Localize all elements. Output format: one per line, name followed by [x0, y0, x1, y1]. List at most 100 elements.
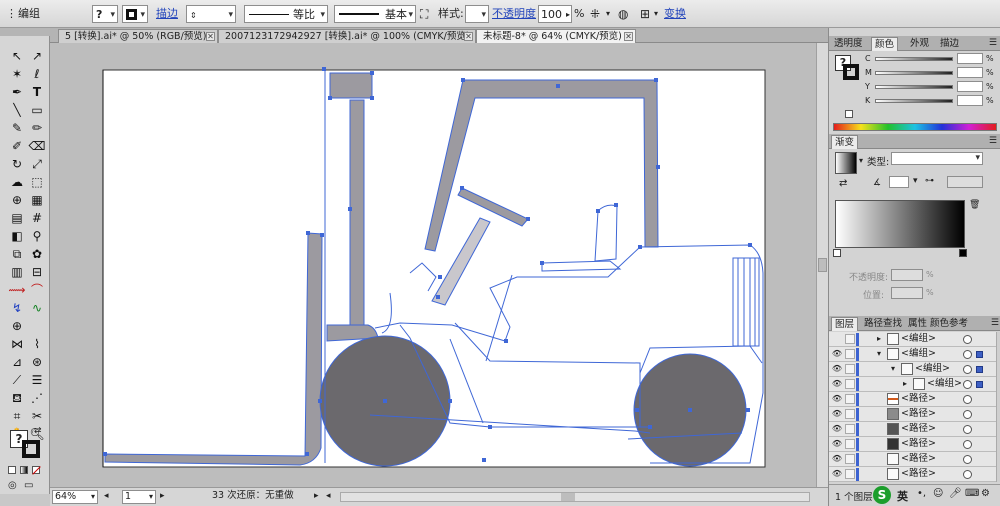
target-ring[interactable] [963, 455, 972, 464]
layer-row[interactable]: 👁︎ ▾ <编组> [829, 362, 996, 377]
blend-tool-icon[interactable]: ⧉ [8, 246, 26, 262]
target-ring[interactable] [963, 335, 972, 344]
paint-bucket-tool-icon[interactable]: ⛾ [8, 390, 26, 406]
target-ring[interactable] [963, 395, 972, 404]
tab-stroke[interactable]: 描边 [937, 37, 962, 51]
layer-row[interactable]: 👁︎ ▾ <编组> [829, 347, 996, 362]
vertical-scrollbar[interactable] [816, 43, 828, 487]
channel-y-input[interactable] [957, 81, 983, 92]
close-icon[interactable]: ✕ [464, 32, 473, 41]
selection-indicator[interactable] [976, 351, 983, 358]
type-tool-icon[interactable]: T [28, 84, 46, 100]
pencil-tool-icon[interactable]: ✏ [28, 120, 46, 136]
lock-toggle[interactable] [845, 409, 855, 419]
recolor-icon[interactable]: ⛶ [420, 5, 428, 23]
eyedropper-tool-icon[interactable]: ⚲ [28, 228, 46, 244]
chevron-right-icon[interactable]: ▸ [314, 490, 319, 504]
column-graph-tool-icon[interactable]: ▥ [8, 264, 26, 280]
channel-m-input[interactable] [957, 67, 983, 78]
layer-row[interactable]: 👁︎ <路径> [829, 437, 996, 452]
canvas-area[interactable] [50, 43, 816, 487]
opacity-input[interactable]: 100 ▸ [538, 5, 572, 23]
layer-row[interactable]: 👁︎ <路径> [829, 467, 996, 482]
tab-gradient[interactable]: 渐变 [831, 135, 859, 149]
gradient-stop-white[interactable] [833, 249, 841, 257]
lasso-tool-icon[interactable]: ℓ [28, 66, 46, 82]
previous-artboard-icon[interactable]: ◂ [104, 490, 109, 504]
eye-icon[interactable]: 👁︎ [831, 469, 843, 479]
channel-c-input[interactable] [957, 53, 983, 64]
shape-builder-tool-icon[interactable]: ⊕ [8, 192, 26, 208]
lock-toggle[interactable] [845, 334, 855, 344]
eye-icon[interactable]: 👁︎ [831, 394, 843, 404]
zoom-select[interactable]: 64% ▾ [52, 490, 98, 504]
slice-tool-icon[interactable]: ⊿ [8, 354, 26, 370]
keyboard-icon[interactable]: ⌨ [965, 488, 979, 499]
lock-toggle[interactable] [845, 454, 855, 464]
eye-icon[interactable]: 👁︎ [831, 364, 843, 374]
color-mode-icon[interactable] [8, 466, 16, 474]
eye-icon[interactable]: 👁︎ [831, 439, 843, 449]
tab-layers[interactable]: 图层 [831, 317, 859, 331]
emoji-icon[interactable]: ☺ [933, 488, 943, 499]
channel-c-slider[interactable] [875, 57, 953, 61]
direct-selection-tool-icon[interactable]: ↗ [28, 48, 46, 64]
target-ring[interactable] [963, 470, 972, 479]
gradient-tool-icon[interactable]: ◧ [8, 228, 26, 244]
stroke-color-picker[interactable] [122, 5, 148, 24]
free-transform-tool-icon[interactable]: ⬚ [28, 174, 46, 190]
layer-row[interactable]: 👁︎ <路径> [829, 392, 996, 407]
graphic-style-picker[interactable] [465, 5, 489, 24]
chevron-down-icon[interactable]: ▾ [891, 362, 895, 376]
fill-color-picker[interactable]: ? [92, 5, 118, 24]
chevron-down-icon[interactable]: ▾ [606, 5, 610, 23]
knife-tool-icon[interactable]: ⟋ [8, 372, 26, 388]
align-tool-icon[interactable]: ☰ [28, 372, 46, 388]
selection-tool-icon[interactable]: ↖ [8, 48, 26, 64]
channel-k-slider[interactable] [875, 99, 953, 103]
tab-document-2[interactable]: 2007123172942927 [转换].ai* @ 100% (CMYK/预… [218, 29, 476, 43]
eye-icon[interactable]: 👁︎ [831, 424, 843, 434]
color-stroke-swatch[interactable] [843, 64, 859, 80]
gradient-preview-swatch[interactable] [835, 152, 857, 174]
channel-m-slider[interactable] [875, 71, 953, 75]
bloat-tool-icon[interactable]: ⊛ [28, 354, 46, 370]
tab-color[interactable]: 颜色 [871, 37, 899, 51]
target-ring[interactable] [963, 440, 972, 449]
ime-language[interactable]: 英 [897, 488, 908, 504]
lock-toggle[interactable] [845, 364, 855, 374]
live-paint-tool-icon[interactable]: ▦ [28, 192, 46, 208]
warp-shape-tool-icon[interactable]: ⌇ [28, 336, 46, 352]
chevron-down-icon[interactable]: ▾ [913, 176, 918, 186]
pen-tool-icon[interactable]: ✒ [8, 84, 26, 100]
settings-icon[interactable]: ⚙ [981, 488, 990, 499]
lock-toggle[interactable] [845, 349, 855, 359]
reference-point-icon[interactable]: ⊞ [640, 5, 650, 23]
align-icon[interactable]: ⁜ [590, 5, 600, 23]
draw-mode-icon[interactable]: ◎ [8, 480, 17, 491]
reverse-gradient-icon[interactable]: ⇄ [839, 178, 847, 189]
reflect-tool-icon[interactable]: ⋈ [8, 336, 26, 352]
layer-row[interactable]: ▸ <编组> [829, 332, 996, 347]
panel-menu-icon[interactable]: ☰ [991, 318, 999, 328]
isolate-icon[interactable]: ◍ [618, 5, 628, 23]
scale-tool-icon[interactable]: ⤢ [28, 156, 46, 172]
layers-scrollbar[interactable] [996, 332, 1000, 482]
brush-definition-select[interactable]: 基本 [334, 5, 416, 24]
lock-toggle[interactable] [845, 439, 855, 449]
mesh-tool-icon[interactable]: # [28, 210, 46, 226]
measure-tool-icon[interactable]: ✂ [28, 408, 46, 424]
tab-document-3[interactable]: 未标题-8* @ 64% (CMYK/预览) ✕ [476, 29, 636, 43]
gradient-aspect-input[interactable] [947, 176, 983, 188]
warp-tool-icon[interactable]: ☁ [8, 174, 26, 190]
layer-row[interactable]: 👁︎ <路径> [829, 452, 996, 467]
chevron-left-icon[interactable]: ◂ [326, 490, 331, 504]
gradient-location-input[interactable] [891, 287, 923, 299]
layer-row[interactable]: 👁︎ <路径> [829, 407, 996, 422]
artboard-canvas[interactable] [50, 43, 816, 487]
chevron-down-icon[interactable]: ▾ [859, 156, 863, 165]
target-ring[interactable] [963, 380, 972, 389]
tab-appearance[interactable]: 外观 [907, 37, 932, 51]
artboard-page-select[interactable]: 1 ▾ [122, 490, 156, 504]
next-artboard-icon[interactable]: ▸ [160, 490, 165, 504]
